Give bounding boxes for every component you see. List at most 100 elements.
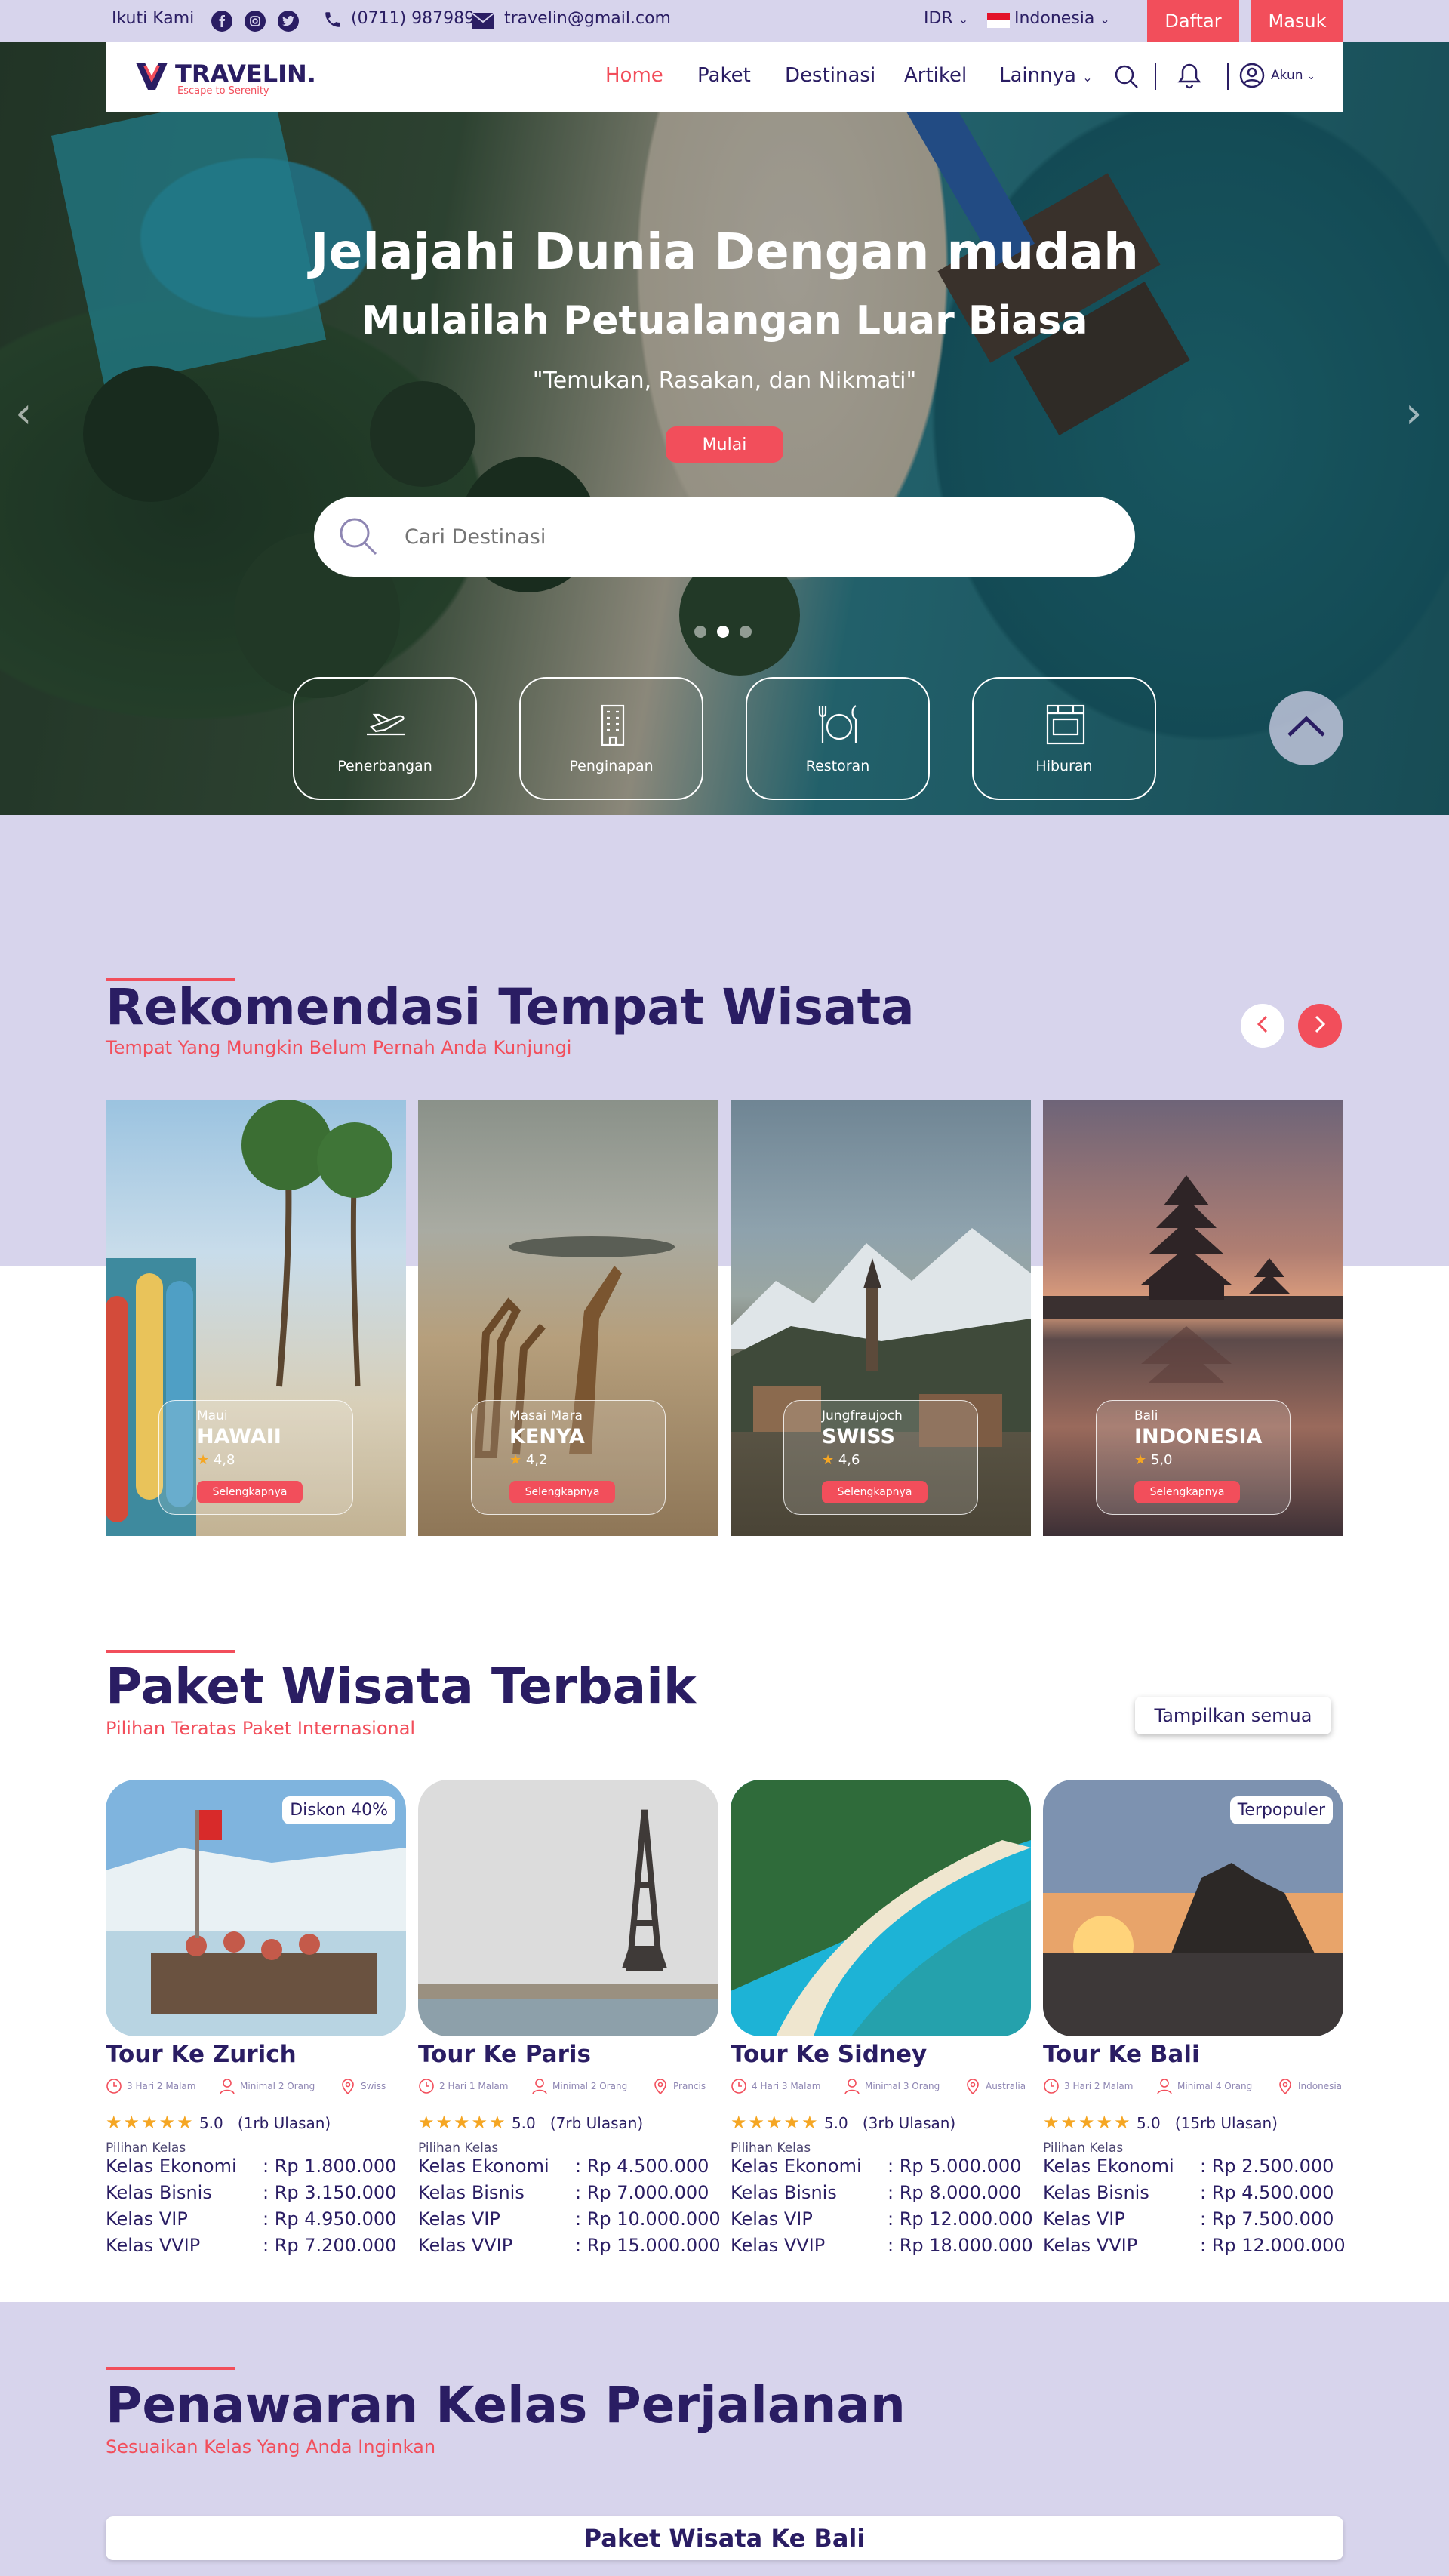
twitter-icon[interactable] [278, 11, 299, 32]
class-price: : Rp 15.000.000 [575, 2235, 721, 2256]
destination-card[interactable]: Masai Mara KENYA ★ 4,2 Selengkapnya [418, 1100, 718, 1536]
class-price-row[interactable]: Kelas VVIP: Rp 15.000.000 [418, 2235, 721, 2256]
package-meta: 3 Hari 2 Malam Minimal 2 Orang Swiss [106, 2078, 406, 2101]
email-address[interactable]: travelin@gmail.com [504, 9, 671, 28]
destination-region: Jungfraujoch [822, 1408, 903, 1423]
search-input[interactable] [405, 519, 1084, 554]
phone-number[interactable]: (0711) 987989 [351, 9, 475, 28]
class-price-row[interactable]: Kelas Ekonomi: Rp 2.500.000 [1043, 2156, 1334, 2177]
class-price-row[interactable]: Kelas Bisnis: Rp 7.000.000 [418, 2182, 709, 2203]
destination-card[interactable]: Jungfraujoch SWISS ★ 4,6 Selengkapnya [731, 1100, 1031, 1536]
category-lodging[interactable]: Penginapan [519, 677, 703, 800]
destination-search-bar[interactable] [314, 497, 1135, 577]
package-meta: 2 Hari 1 Malam Minimal 2 Orang Prancis [418, 2078, 718, 2101]
account-label: Akun [1271, 68, 1303, 83]
class-price-row[interactable]: Kelas Ekonomi: Rp 5.000.000 [731, 2156, 1021, 2177]
package-name[interactable]: Tour Ke Sidney [731, 2041, 927, 2068]
follow-label: Ikuti Kami [112, 9, 195, 28]
user-icon[interactable] [1239, 63, 1265, 91]
nav-lainnya[interactable]: Lainnya ⌄ [999, 64, 1093, 87]
destination-rating: ★ 4,2 [509, 1452, 548, 1468]
category-flight[interactable]: Penerbangan [293, 677, 477, 800]
recommend-prev-button[interactable] [1241, 1004, 1284, 1048]
class-price: : Rp 4.500.000 [1200, 2182, 1334, 2203]
category-restaurant[interactable]: Restoran [746, 677, 930, 800]
package-name[interactable]: Tour Ke Zurich [106, 2041, 297, 2068]
package-score: 5.0 [198, 2114, 223, 2132]
recommend-next-button[interactable] [1298, 1004, 1342, 1048]
nav-paket[interactable]: Paket [697, 64, 751, 87]
class-price-row[interactable]: Kelas VIP: Rp 12.000.000 [731, 2208, 1033, 2230]
class-name: Kelas VVIP [106, 2235, 201, 2256]
chevron-left-icon [1255, 1015, 1270, 1036]
class-price: : Rp 10.000.000 [575, 2208, 721, 2230]
class-price-row[interactable]: Kelas Ekonomi: Rp 4.500.000 [418, 2156, 709, 2177]
class-price-row[interactable]: Kelas VVIP: Rp 12.000.000 [1043, 2235, 1346, 2256]
person-icon [1156, 2078, 1173, 2097]
class-name: Kelas VIP [1043, 2208, 1125, 2230]
brand-name[interactable]: TRAVELIN. [175, 60, 316, 88]
package-meta: 4 Hari 3 Malam Minimal 3 Orang Australia [731, 2078, 1031, 2101]
category-entertainment[interactable]: Hiburan [972, 677, 1156, 800]
class-price-row[interactable]: Kelas VIP: Rp 7.500.000 [1043, 2208, 1334, 2230]
phone-icon [323, 10, 343, 34]
search-icon[interactable] [1114, 64, 1140, 93]
hero-prev-arrow-icon[interactable]: ‹ [15, 389, 32, 438]
start-button[interactable]: Mulai [666, 426, 783, 463]
hero-next-arrow-icon[interactable]: › [1405, 389, 1422, 438]
show-all-button[interactable]: Tampilkan semua [1135, 1697, 1331, 1734]
scroll-top-button[interactable] [1269, 691, 1343, 765]
slider-dot[interactable] [740, 626, 752, 638]
class-price-row[interactable]: Kelas VVIP: Rp 18.000.000 [731, 2235, 1033, 2256]
currency-select[interactable]: IDR ⌄ [924, 9, 968, 28]
airplane-icon [364, 701, 409, 746]
package-name[interactable]: Tour Ke Paris [418, 2041, 591, 2068]
clock-icon [1043, 2078, 1060, 2097]
package-name[interactable]: Tour Ke Bali [1043, 2041, 1200, 2068]
detail-button[interactable]: Selengkapnya [197, 1481, 303, 1503]
bell-icon[interactable] [1177, 63, 1201, 93]
detail-button[interactable]: Selengkapnya [1134, 1481, 1240, 1503]
class-price: : Rp 1.800.000 [263, 2156, 397, 2177]
slider-dot-active[interactable] [717, 626, 729, 638]
nav-home[interactable]: Home [605, 64, 663, 87]
destination-card[interactable]: Bali INDONESIA ★ 5,0 Selengkapnya [1043, 1100, 1343, 1536]
class-price-row[interactable]: Kelas Bisnis: Rp 3.150.000 [106, 2182, 396, 2203]
rating-value: 4,8 [213, 1452, 235, 1468]
login-button[interactable]: Masuk [1251, 0, 1343, 42]
detail-button[interactable]: Selengkapnya [509, 1481, 615, 1503]
destination-info-box: Masai Mara KENYA ★ 4,2 Selengkapnya [471, 1400, 666, 1515]
five-stars-icon: ★★★★★ [106, 2112, 195, 2133]
class-price-row[interactable]: Kelas VIP: Rp 4.950.000 [106, 2208, 396, 2230]
facebook-icon[interactable] [211, 11, 232, 32]
mail-icon [471, 12, 495, 35]
package-reviews: (1rb Ulasan) [237, 2114, 331, 2132]
class-price-row[interactable]: Kelas Bisnis: Rp 4.500.000 [1043, 2182, 1334, 2203]
destination-card[interactable]: Maui HAWAII ★ 4,8 Selengkapnya [106, 1100, 406, 1536]
class-price-row[interactable]: Kelas VIP: Rp 10.000.000 [418, 2208, 721, 2230]
package-place: Indonesia [1298, 2081, 1343, 2091]
package-min: Minimal 2 Orang [552, 2081, 628, 2091]
recommend-subtitle: Tempat Yang Mungkin Belum Pernah Anda Ku… [106, 1037, 572, 1058]
account-menu[interactable]: Akun ⌄ [1271, 68, 1315, 83]
clock-icon [418, 2078, 435, 2097]
instagram-icon[interactable] [245, 11, 266, 32]
class-price-row[interactable]: Kelas Bisnis: Rp 8.000.000 [731, 2182, 1021, 2203]
language-select[interactable]: Indonesia ⌄ [1014, 9, 1110, 28]
brand-tagline: Escape to Serenity [177, 85, 269, 97]
brand-logo-icon[interactable] [134, 61, 169, 94]
offer-tab[interactable]: Paket Wisata Ke Bali [106, 2516, 1343, 2560]
package-rating: ★★★★★ 5.0 (3rb Ulasan) [731, 2112, 955, 2133]
class-price-row[interactable]: Kelas VVIP: Rp 7.200.000 [106, 2235, 396, 2256]
register-button[interactable]: Daftar [1147, 0, 1239, 42]
package-badge: Diskon 40% [282, 1796, 395, 1824]
nav-lainnya-label: Lainnya [999, 64, 1076, 87]
nav-destinasi[interactable]: Destinasi [785, 64, 875, 87]
package-reviews: (15rb Ulasan) [1174, 2114, 1278, 2132]
class-price: : Rp 12.000.000 [888, 2208, 1033, 2230]
nav-artikel[interactable]: Artikel [904, 64, 967, 87]
slider-dot[interactable] [694, 626, 706, 638]
detail-button[interactable]: Selengkapnya [822, 1481, 928, 1503]
class-price-row[interactable]: Kelas Ekonomi: Rp 1.800.000 [106, 2156, 396, 2177]
hotel-building-icon [590, 701, 635, 746]
